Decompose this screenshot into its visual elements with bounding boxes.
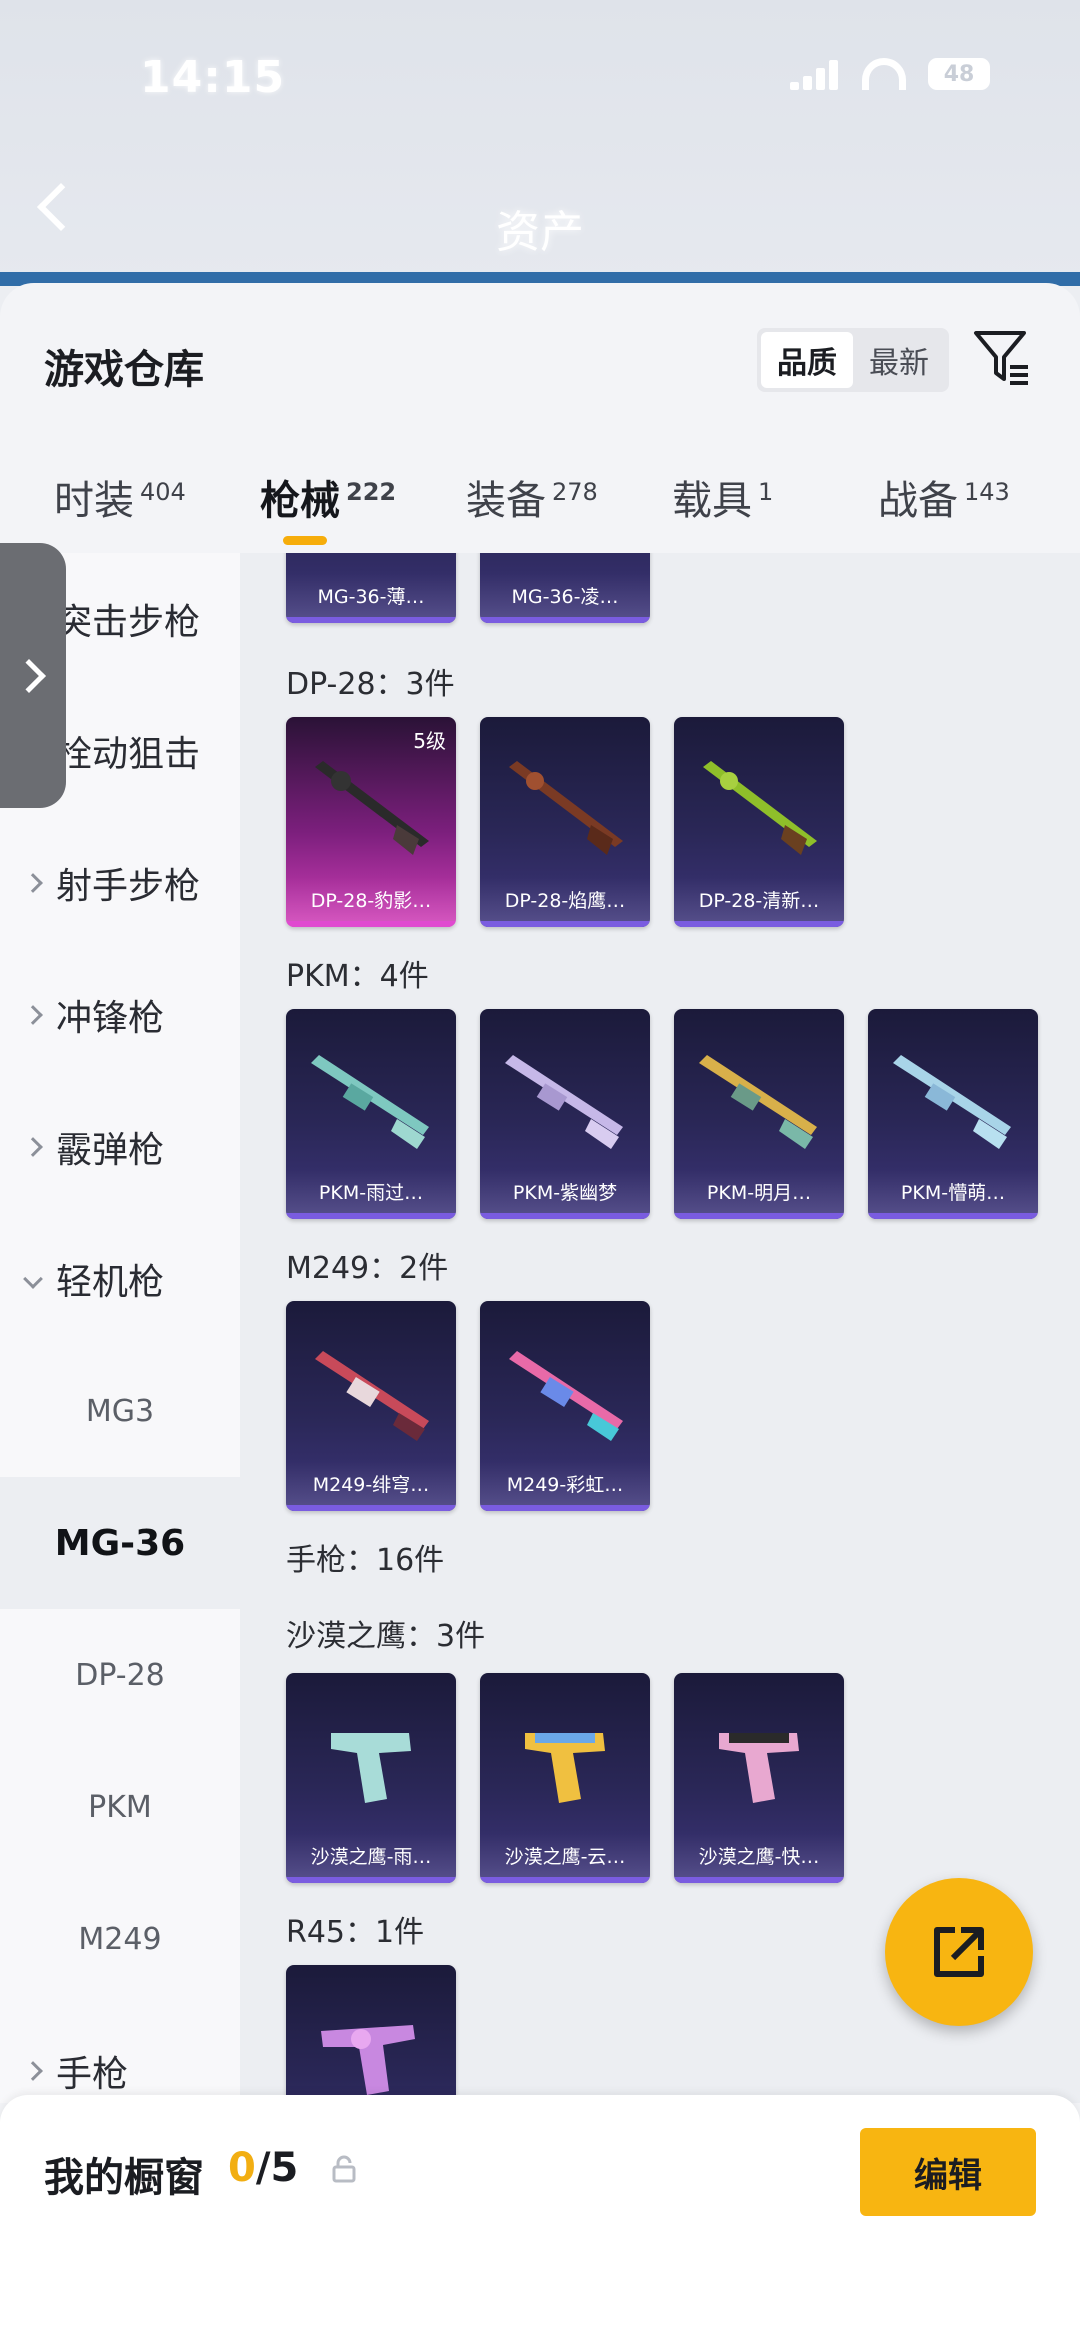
section-title-pistol: 手枪：16件 [286, 1543, 445, 1578]
filter-icon[interactable] [970, 325, 1034, 389]
weapon-grid: MG-36-薄… MG-36-凌… DP-28：3件 5级 DP-28-豹影… … [240, 553, 1080, 2103]
showcase-label: 我的橱窗 [44, 2155, 204, 2201]
chevron-down-icon [23, 1269, 43, 1289]
tab-firearms[interactable]: 枪械 222 [260, 468, 396, 526]
weapon-card[interactable]: DP-28-清新… [674, 717, 844, 927]
weapon-card[interactable]: 5级 DP-28-豹影… [286, 717, 456, 927]
rifle-icon [301, 553, 441, 563]
sidebar-item-m249[interactable]: M249 [0, 1873, 240, 2005]
sort-quality-button[interactable]: 品质 [761, 332, 853, 388]
chevron-right-icon [23, 2061, 43, 2081]
battery-icon: 48 [928, 58, 990, 90]
weapon-card-name: DP-28-焰鹰… [480, 877, 650, 921]
sidebar-item-mg3[interactable]: MG3 [0, 1345, 240, 1477]
weapon-card[interactable]: M249-绯穹… [286, 1301, 456, 1511]
weapon-card-name: MG-36-凌… [480, 573, 650, 617]
section-title-dp28: DP-28：3件 [286, 667, 455, 702]
sidebar-toggle-handle[interactable] [0, 543, 66, 808]
weapon-card-name: 沙漠之鹰-云… [480, 1833, 650, 1877]
sort-toggle: 品质 最新 [757, 328, 949, 392]
weapon-card-name: DP-28-豹影… [286, 877, 456, 921]
weapon-card-name: DP-28-清新… [674, 877, 844, 921]
weapon-card-name: 沙漠之鹰-雨… [286, 1833, 456, 1877]
pistol-icon [331, 1733, 411, 1803]
share-icon [934, 1927, 984, 1977]
page-title: 资产 [496, 207, 584, 258]
rifle-icon [495, 553, 635, 563]
edit-button[interactable]: 编辑 [860, 2128, 1036, 2216]
status-icons: 48 [790, 58, 990, 90]
weapon-card[interactable]: PKM-懵萌… [868, 1009, 1038, 1219]
section-title-m249: M249：2件 [286, 1251, 449, 1286]
chevron-right-icon [23, 1005, 43, 1025]
weapon-card[interactable]: 沙漠之鹰-云… [480, 1673, 650, 1883]
rifle-icon [893, 1055, 1011, 1149]
weapon-card[interactable]: M249-彩虹… [480, 1301, 650, 1511]
revolver-icon [321, 2025, 415, 2095]
weapon-card-name: PKM-明月… [674, 1169, 844, 1213]
weapon-card[interactable]: 沙漠之鹰-雨… [286, 1673, 456, 1883]
tab-supplies[interactable]: 战备 143 [878, 468, 1010, 526]
weapon-card[interactable]: 沙漠之鹰-快… [674, 1673, 844, 1883]
rifle-icon [703, 761, 817, 855]
weapon-card-name: PKM-雨过… [286, 1169, 456, 1213]
sort-newest-button[interactable]: 最新 [853, 332, 945, 388]
tab-equipment[interactable]: 装备 278 [466, 468, 598, 526]
showcase-count: 0/5 [228, 2145, 299, 2191]
section-title-r45: R45：1件 [286, 1915, 425, 1950]
sidebar-item-mg36[interactable]: MG-36 [0, 1477, 240, 1609]
rifle-icon [505, 1055, 623, 1149]
section-title-pkm: PKM：4件 [286, 959, 429, 994]
weapon-card-name: M249-彩虹… [480, 1461, 650, 1505]
sidebar-item-smg[interactable]: 冲锋枪 [0, 949, 240, 1081]
weapon-card[interactable] [286, 1965, 456, 2103]
rifle-icon [311, 1055, 429, 1149]
sidebar-item-pkm[interactable]: PKM [0, 1741, 240, 1873]
sidebar-item-shotgun[interactable]: 霰弹枪 [0, 1081, 240, 1213]
pistol-icon [525, 1733, 605, 1803]
signal-icon [790, 58, 840, 90]
warehouse-title: 游戏仓库 [44, 347, 204, 393]
weapon-card[interactable]: PKM-雨过… [286, 1009, 456, 1219]
weapon-card-name: 沙漠之鹰-快… [674, 1833, 844, 1877]
pistol-icon [719, 1733, 799, 1803]
weapon-card-name: PKM-紫幽梦 [480, 1169, 650, 1213]
chevron-right-icon [23, 873, 43, 893]
top-bar: 14:15 48 资产 [0, 0, 1080, 286]
weapon-card-name: M249-绯穹… [286, 1461, 456, 1505]
rifle-icon [509, 1351, 623, 1441]
chevron-right-icon [23, 1137, 43, 1157]
rifle-icon [509, 761, 623, 855]
section-title-deagle: 沙漠之鹰：3件 [286, 1619, 486, 1654]
weapon-card[interactable]: PKM-紫幽梦 [480, 1009, 650, 1219]
sidebar-item-dp28[interactable]: DP-28 [0, 1609, 240, 1741]
sidebar-item-marksman[interactable]: 射手步枪 [0, 817, 240, 949]
wifi-icon [862, 58, 906, 90]
share-button[interactable] [885, 1878, 1033, 2026]
weapon-card[interactable]: PKM-明月… [674, 1009, 844, 1219]
chevron-right-icon [12, 658, 46, 693]
status-time: 14:15 [140, 52, 286, 103]
tab-vehicles[interactable]: 载具 1 [672, 468, 773, 526]
sidebar-item-lmg[interactable]: 轻机枪 [0, 1213, 240, 1345]
rifle-icon [699, 1055, 817, 1149]
rifle-icon [315, 1351, 429, 1441]
weapon-card[interactable]: DP-28-焰鹰… [480, 717, 650, 927]
weapon-card[interactable]: MG-36-凌… [480, 553, 650, 623]
weapon-card-name: MG-36-薄… [286, 573, 456, 617]
lock-icon [332, 2155, 356, 2183]
tab-fashion[interactable]: 时装 404 [54, 468, 186, 526]
weapon-card-name: PKM-懵萌… [868, 1169, 1038, 1213]
active-tab-indicator [283, 536, 327, 545]
weapon-card[interactable]: MG-36-薄… [286, 553, 456, 623]
showcase-bar: 我的橱窗 0/5 编辑 [0, 2095, 1080, 2341]
rifle-icon [315, 761, 429, 855]
